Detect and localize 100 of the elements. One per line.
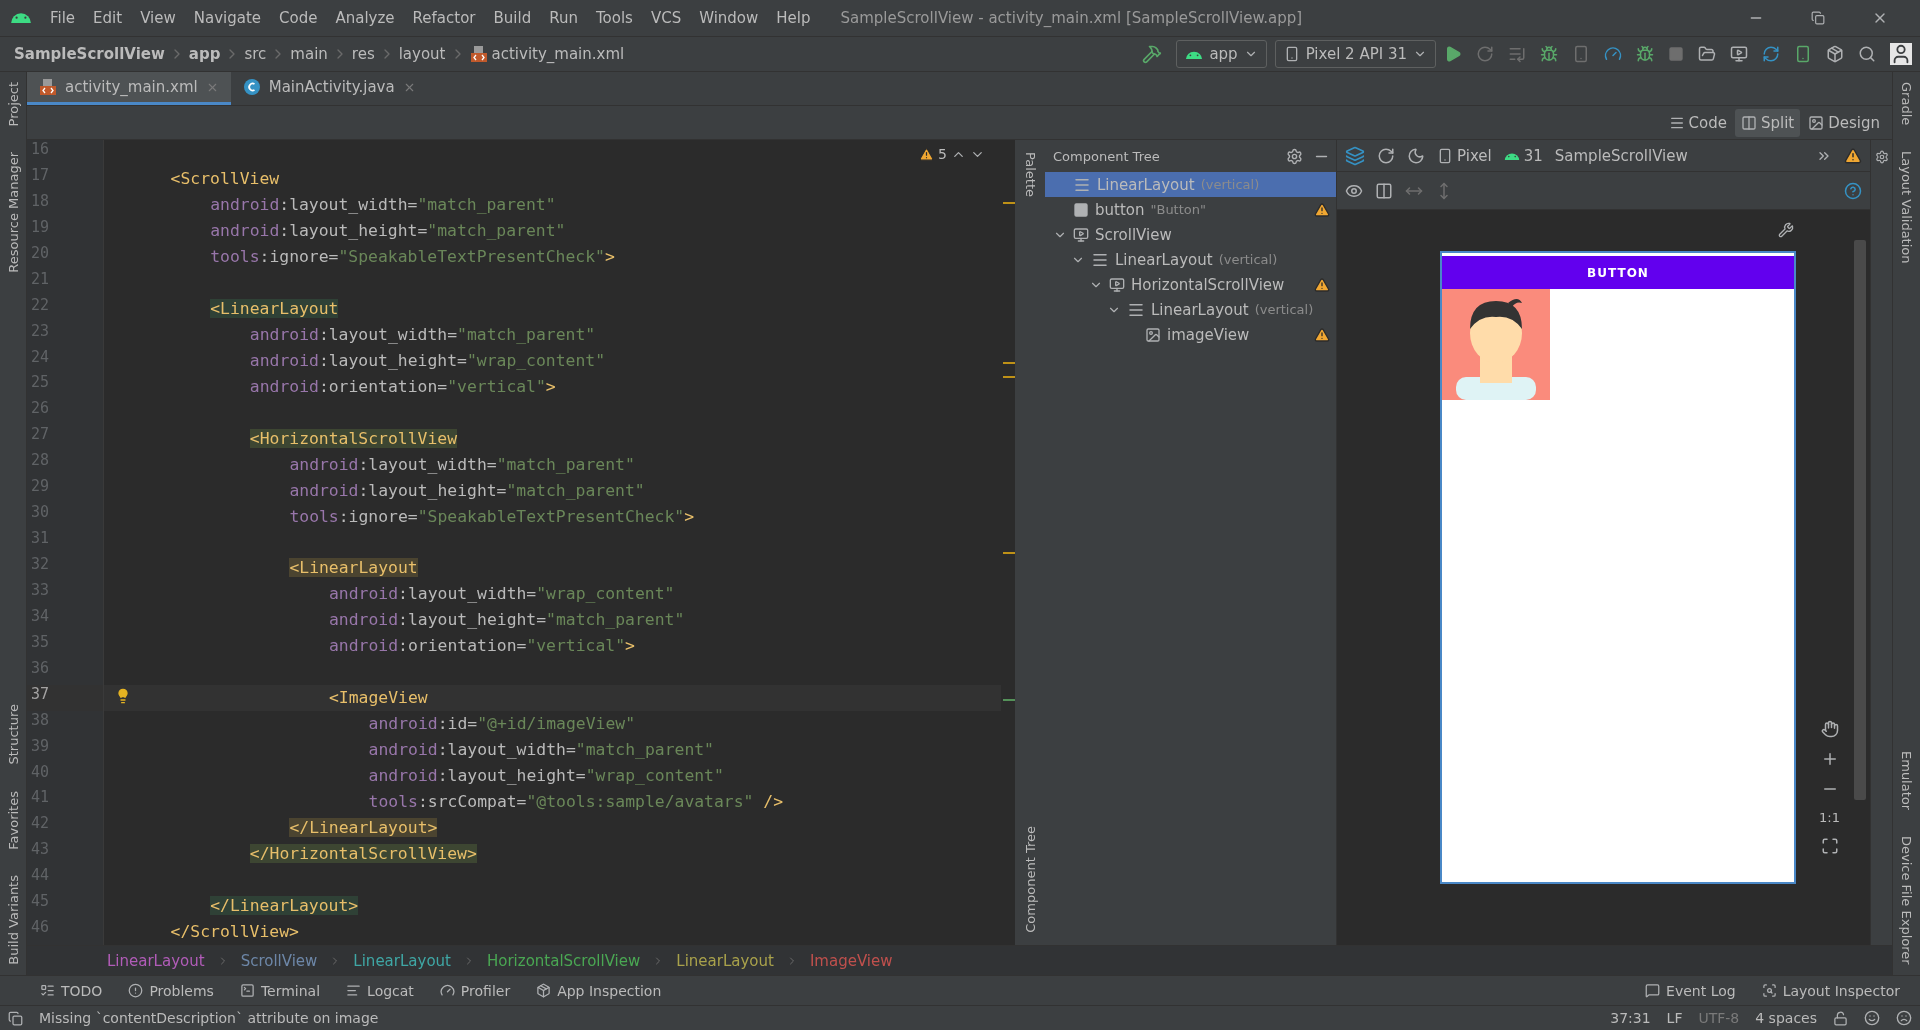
tool-window-tab[interactable]: Gradle bbox=[1899, 78, 1914, 130]
tool-window-button[interactable]: Profiler bbox=[439, 982, 511, 999]
path-item[interactable]: LinearLayout bbox=[676, 951, 774, 970]
view-mode-button[interactable]: Design bbox=[1802, 108, 1886, 137]
menu-item[interactable]: File bbox=[42, 5, 84, 31]
menu-item[interactable]: Tools bbox=[587, 5, 641, 31]
caret-position[interactable]: 37:31 bbox=[1610, 1010, 1651, 1026]
zoom-reset-button[interactable]: 1:1 bbox=[1819, 810, 1840, 825]
tree-item[interactable]: LinearLayout (vertical) bbox=[1045, 297, 1336, 322]
fit-screen-icon[interactable] bbox=[1820, 837, 1839, 855]
menu-item[interactable]: Code bbox=[271, 5, 326, 31]
device-selector[interactable]: Pixel bbox=[1437, 146, 1492, 165]
profiler-icon bbox=[439, 983, 455, 998]
settings-icon[interactable] bbox=[1286, 147, 1303, 165]
tool-window-tab[interactable]: Structure bbox=[5, 700, 21, 769]
theme-selector[interactable]: SampleScrollView bbox=[1554, 146, 1688, 165]
menu-item[interactable]: Build bbox=[485, 5, 540, 31]
restore-icon[interactable] bbox=[1811, 11, 1825, 25]
blueprint-icon[interactable] bbox=[1375, 181, 1393, 200]
tool-window-tab[interactable]: Resource Manager bbox=[5, 148, 21, 278]
menu-item[interactable]: Refactor bbox=[404, 5, 484, 31]
hammer-icon[interactable] bbox=[1142, 44, 1163, 64]
menu-item[interactable]: View bbox=[132, 5, 184, 31]
tree-item[interactable]: button "Button" bbox=[1045, 197, 1336, 222]
path-item[interactable]: ScrollView bbox=[240, 951, 318, 970]
tool-window-tab[interactable]: Layout Validation bbox=[1899, 147, 1914, 268]
run-config-dropdown[interactable]: app bbox=[1176, 40, 1267, 68]
sync-icon[interactable] bbox=[1762, 45, 1780, 63]
debug-attach-icon[interactable] bbox=[1636, 45, 1654, 63]
indent-setting[interactable]: 4 spaces bbox=[1755, 1010, 1817, 1026]
breadcrumb-item[interactable]: layout bbox=[398, 45, 446, 63]
tree-item[interactable]: HorizontalScrollView bbox=[1045, 272, 1336, 297]
tool-window-button[interactable]: Logcat bbox=[346, 982, 414, 999]
warning-icon[interactable] bbox=[1844, 146, 1862, 165]
tool-window-button[interactable]: Event Log bbox=[1645, 982, 1736, 999]
tool-window-tab[interactable]: Device File Explorer bbox=[1899, 832, 1914, 969]
path-item[interactable]: LinearLayout bbox=[353, 951, 451, 970]
side-tab[interactable]: Palette bbox=[1022, 148, 1038, 202]
path-item[interactable]: LinearLayout bbox=[107, 951, 205, 970]
phone-icon bbox=[1437, 147, 1453, 164]
tree-item[interactable]: ScrollView bbox=[1045, 222, 1336, 247]
smile-icon[interactable] bbox=[1864, 1010, 1880, 1026]
frown-icon[interactable] bbox=[1896, 1010, 1912, 1026]
tool-window-tab[interactable]: Favorites bbox=[5, 786, 21, 854]
sdk-manager-icon[interactable] bbox=[1826, 45, 1844, 63]
editor-tab[interactable]: MainActivity.java bbox=[230, 72, 428, 105]
menu-item[interactable]: Help bbox=[768, 5, 819, 31]
menu-item[interactable]: Analyze bbox=[327, 5, 403, 31]
menu-item[interactable]: Run bbox=[541, 5, 586, 31]
tool-window-button[interactable]: Terminal bbox=[239, 982, 321, 999]
night-mode-icon[interactable] bbox=[1407, 146, 1425, 165]
breadcrumb-item[interactable]: src bbox=[244, 45, 267, 63]
tool-window-button[interactable]: Layout Inspector bbox=[1761, 982, 1900, 999]
code-line: android:id="@+id/imageView" bbox=[368, 714, 636, 734]
menu-item[interactable]: Edit bbox=[85, 5, 131, 31]
side-tab[interactable]: Component Tree bbox=[1022, 822, 1038, 937]
path-item[interactable]: HorizontalScrollView bbox=[486, 951, 641, 970]
logcat-icon bbox=[346, 983, 362, 998]
search-icon[interactable] bbox=[1858, 45, 1876, 63]
breadcrumb-item[interactable]: main bbox=[290, 45, 328, 63]
tool-window-button[interactable]: App Inspection bbox=[536, 982, 662, 999]
scroll-view-icon bbox=[1073, 226, 1089, 243]
wrench-icon[interactable] bbox=[1778, 222, 1794, 238]
button-widget-icon bbox=[1073, 201, 1089, 218]
run-icon[interactable] bbox=[1444, 45, 1462, 63]
warning-count[interactable]: 5 bbox=[938, 146, 947, 162]
menu-item[interactable]: Window bbox=[691, 5, 767, 31]
breadcrumb-item[interactable]: SampleScrollView bbox=[14, 45, 165, 63]
tool-window-button[interactable]: TODO bbox=[40, 982, 103, 999]
avatar-icon[interactable] bbox=[1890, 43, 1912, 65]
scrollbar[interactable] bbox=[1854, 240, 1866, 800]
view-mode-button[interactable]: Split bbox=[1734, 108, 1801, 137]
pan-icon[interactable] bbox=[1820, 720, 1839, 738]
project-structure-icon[interactable] bbox=[1698, 45, 1716, 63]
menu-item[interactable]: VCS bbox=[642, 5, 690, 31]
layout-file-icon bbox=[39, 78, 57, 96]
tool-window-tab[interactable]: Project bbox=[5, 78, 21, 131]
debug-icon[interactable] bbox=[1540, 45, 1558, 63]
api-selector[interactable]: 31 bbox=[1503, 146, 1543, 165]
panel-toggle-icon[interactable] bbox=[8, 1010, 23, 1026]
tool-window-tab[interactable]: Build Variants bbox=[5, 871, 21, 969]
tool-window-button[interactable]: Problems bbox=[128, 982, 214, 999]
help-icon[interactable] bbox=[1844, 181, 1862, 200]
menu-item[interactable]: Navigate bbox=[185, 5, 270, 31]
layers-icon[interactable] bbox=[1345, 145, 1365, 166]
device-dropdown[interactable]: Pixel 2 API 31 bbox=[1274, 40, 1436, 68]
view-mode-button[interactable]: Code bbox=[1662, 108, 1733, 137]
scroll-view-icon bbox=[1109, 276, 1125, 293]
tree-item[interactable]: imageView bbox=[1045, 322, 1336, 347]
unlock-icon[interactable] bbox=[1833, 1010, 1848, 1026]
lightbulb-icon[interactable] bbox=[115, 688, 131, 705]
breadcrumb-item[interactable]: res bbox=[351, 45, 375, 63]
line-separator[interactable]: LF bbox=[1666, 1010, 1683, 1026]
breadcrumb-item[interactable]: activity_main.xml bbox=[491, 45, 625, 63]
profile-icon[interactable] bbox=[1604, 45, 1622, 63]
tree-item[interactable]: LinearLayout (vertical) bbox=[1045, 247, 1336, 272]
tool-window-tab[interactable]: Emulator bbox=[1899, 747, 1914, 815]
breadcrumb-item[interactable]: app bbox=[188, 45, 221, 63]
editor-tab[interactable]: activity_main.xml bbox=[27, 72, 231, 105]
orientation-icon[interactable] bbox=[1377, 146, 1395, 165]
